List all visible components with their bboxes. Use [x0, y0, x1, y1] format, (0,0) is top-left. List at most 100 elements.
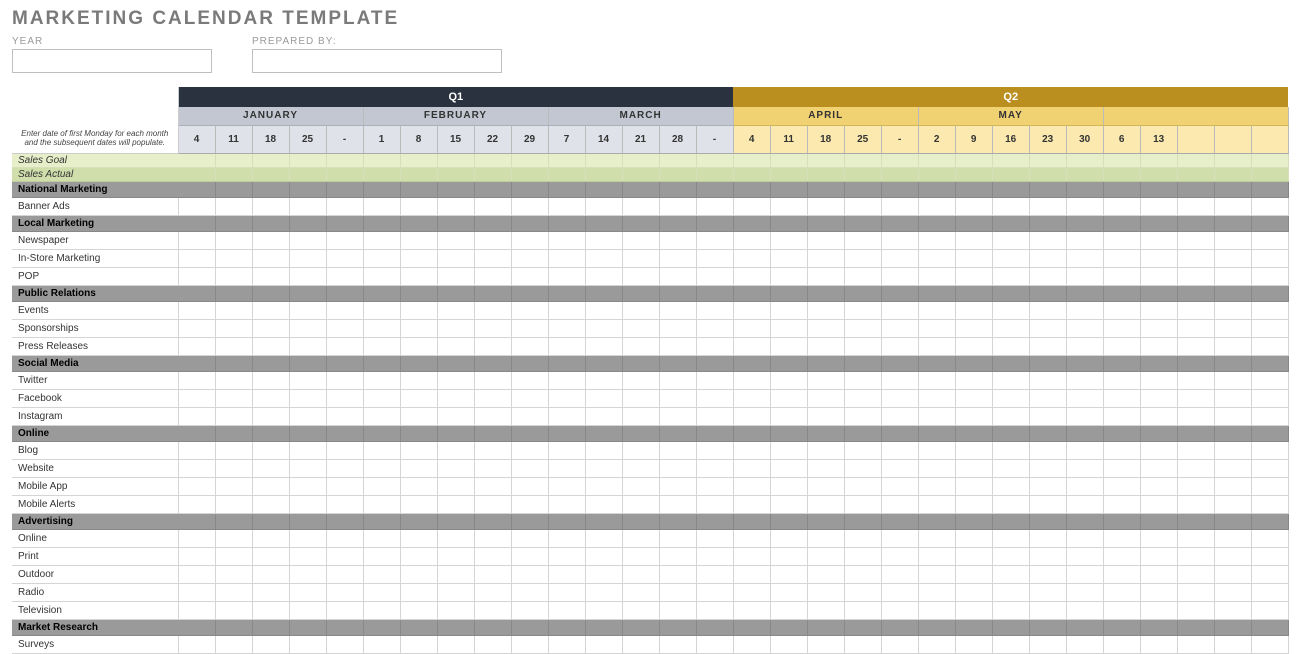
calendar-cell[interactable] — [326, 337, 363, 355]
calendar-cell[interactable] — [807, 197, 844, 215]
calendar-cell[interactable] — [1029, 249, 1066, 267]
calendar-cell[interactable] — [511, 355, 548, 371]
calendar-cell[interactable] — [1177, 565, 1214, 583]
calendar-cell[interactable] — [918, 529, 955, 547]
calendar-cell[interactable] — [1140, 215, 1177, 231]
calendar-cell[interactable] — [1066, 583, 1103, 601]
calendar-cell[interactable] — [1214, 565, 1251, 583]
calendar-cell[interactable] — [326, 441, 363, 459]
calendar-cell[interactable] — [363, 495, 400, 513]
calendar-cell[interactable] — [955, 337, 992, 355]
calendar-cell[interactable] — [400, 301, 437, 319]
calendar-cell[interactable] — [511, 181, 548, 197]
calendar-cell[interactable] — [918, 601, 955, 619]
calendar-cell[interactable] — [215, 285, 252, 301]
calendar-cell[interactable] — [770, 601, 807, 619]
calendar-cell[interactable] — [733, 301, 770, 319]
calendar-cell[interactable] — [733, 337, 770, 355]
calendar-cell[interactable] — [215, 301, 252, 319]
calendar-cell[interactable] — [1103, 601, 1140, 619]
calendar-cell[interactable] — [659, 547, 696, 565]
calendar-cell[interactable] — [326, 319, 363, 337]
calendar-cell[interactable] — [770, 355, 807, 371]
calendar-cell[interactable] — [770, 407, 807, 425]
calendar-cell[interactable] — [289, 495, 326, 513]
calendar-cell[interactable] — [1214, 355, 1251, 371]
calendar-cell[interactable] — [548, 407, 585, 425]
calendar-cell[interactable] — [1177, 267, 1214, 285]
calendar-cell[interactable] — [178, 565, 215, 583]
calendar-cell[interactable] — [215, 529, 252, 547]
calendar-cell[interactable] — [659, 601, 696, 619]
calendar-cell[interactable] — [178, 529, 215, 547]
calendar-cell[interactable] — [326, 153, 363, 167]
calendar-cell[interactable] — [511, 301, 548, 319]
calendar-cell[interactable] — [770, 337, 807, 355]
calendar-cell[interactable] — [215, 583, 252, 601]
calendar-cell[interactable] — [1251, 319, 1288, 337]
calendar-cell[interactable] — [1214, 231, 1251, 249]
calendar-cell[interactable] — [363, 337, 400, 355]
calendar-cell[interactable] — [178, 547, 215, 565]
calendar-cell[interactable] — [363, 319, 400, 337]
calendar-cell[interactable] — [1177, 495, 1214, 513]
calendar-cell[interactable] — [992, 495, 1029, 513]
calendar-cell[interactable] — [807, 231, 844, 249]
calendar-cell[interactable] — [770, 425, 807, 441]
calendar-cell[interactable] — [844, 371, 881, 389]
calendar-cell[interactable] — [881, 565, 918, 583]
calendar-cell[interactable] — [474, 583, 511, 601]
calendar-cell[interactable] — [1177, 371, 1214, 389]
calendar-cell[interactable] — [622, 215, 659, 231]
calendar-cell[interactable] — [474, 513, 511, 529]
calendar-cell[interactable] — [844, 153, 881, 167]
calendar-cell[interactable] — [252, 529, 289, 547]
calendar-cell[interactable] — [844, 601, 881, 619]
calendar-cell[interactable] — [585, 249, 622, 267]
calendar-cell[interactable] — [1103, 355, 1140, 371]
calendar-cell[interactable] — [363, 635, 400, 653]
calendar-cell[interactable] — [1029, 441, 1066, 459]
calendar-cell[interactable] — [622, 167, 659, 181]
calendar-cell[interactable] — [918, 565, 955, 583]
week-date[interactable]: 15 — [437, 125, 474, 153]
calendar-cell[interactable] — [548, 337, 585, 355]
calendar-cell[interactable] — [437, 167, 474, 181]
calendar-cell[interactable] — [1140, 583, 1177, 601]
calendar-cell[interactable] — [1251, 407, 1288, 425]
week-date[interactable]: 30 — [1066, 125, 1103, 153]
calendar-cell[interactable] — [548, 231, 585, 249]
calendar-cell[interactable] — [696, 355, 733, 371]
calendar-cell[interactable] — [1103, 547, 1140, 565]
calendar-cell[interactable] — [807, 601, 844, 619]
calendar-cell[interactable] — [992, 267, 1029, 285]
calendar-cell[interactable] — [437, 153, 474, 167]
calendar-cell[interactable] — [659, 619, 696, 635]
calendar-cell[interactable] — [1251, 441, 1288, 459]
calendar-cell[interactable] — [1251, 153, 1288, 167]
calendar-cell[interactable] — [326, 635, 363, 653]
calendar-cell[interactable] — [585, 167, 622, 181]
calendar-cell[interactable] — [733, 267, 770, 285]
prepared-by-input[interactable] — [252, 49, 502, 73]
calendar-cell[interactable] — [844, 285, 881, 301]
calendar-cell[interactable] — [733, 635, 770, 653]
calendar-cell[interactable] — [1140, 547, 1177, 565]
calendar-cell[interactable] — [881, 231, 918, 249]
calendar-cell[interactable] — [437, 635, 474, 653]
calendar-cell[interactable] — [844, 635, 881, 653]
calendar-cell[interactable] — [696, 477, 733, 495]
calendar-cell[interactable] — [733, 153, 770, 167]
calendar-cell[interactable] — [1177, 337, 1214, 355]
calendar-cell[interactable] — [1029, 153, 1066, 167]
calendar-cell[interactable] — [955, 197, 992, 215]
calendar-cell[interactable] — [548, 583, 585, 601]
calendar-cell[interactable] — [326, 215, 363, 231]
calendar-cell[interactable] — [1066, 215, 1103, 231]
calendar-cell[interactable] — [1140, 167, 1177, 181]
calendar-cell[interactable] — [511, 601, 548, 619]
week-date[interactable] — [1214, 125, 1251, 153]
calendar-cell[interactable] — [511, 167, 548, 181]
calendar-cell[interactable] — [733, 547, 770, 565]
calendar-cell[interactable] — [437, 197, 474, 215]
